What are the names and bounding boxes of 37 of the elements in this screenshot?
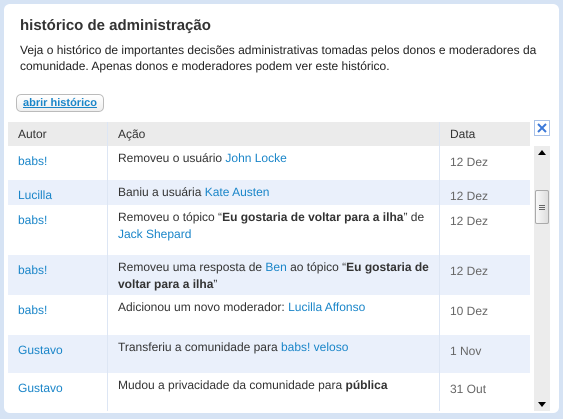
user-link[interactable]: babs! veloso [280, 340, 348, 354]
date-text: 12 Dez [450, 214, 488, 228]
date-text: 12 Dez [450, 155, 488, 169]
date-text: 31 Out [450, 382, 486, 396]
scrollbar[interactable] [534, 146, 550, 411]
user-link[interactable]: Ben [265, 260, 287, 274]
user-link[interactable]: Kate Austen [204, 185, 270, 199]
open-history-button[interactable]: abrir histórico [16, 94, 104, 112]
close-icon[interactable] [534, 120, 550, 136]
scroll-up-icon[interactable] [538, 150, 546, 155]
action-text: Baniu a usuária Kate Austen [118, 184, 270, 201]
action-text: Removeu o usuário John Locke [118, 150, 288, 167]
date-text: 10 Dez [450, 304, 488, 318]
scroll-down-icon[interactable] [538, 402, 546, 407]
date-text: 12 Dez [450, 264, 488, 278]
user-link[interactable]: Lucilla Affonso [288, 300, 366, 314]
author-link[interactable]: babs! [18, 213, 48, 227]
scroll-thumb[interactable] [535, 190, 549, 224]
grip-icon [539, 204, 545, 210]
column-header: Autor [17, 126, 48, 143]
author-link[interactable]: babs! [18, 263, 48, 277]
author-link[interactable]: Gustavo [18, 343, 63, 357]
action-text: Removeu uma resposta de Ben ao tópico “Eu gostaria de voltar para a ilha” [118, 259, 429, 293]
user-link[interactable]: John Locke [225, 151, 287, 165]
date-text: 1 Nov [450, 344, 482, 358]
panel-title: histórico de administração [20, 16, 212, 36]
author-link[interactable]: babs! [18, 303, 48, 317]
date-text: 12 Dez [450, 189, 488, 203]
user-link[interactable]: Jack Shepard [118, 227, 192, 241]
author-link[interactable]: Gustavo [18, 381, 63, 395]
description-text: Veja o histórico de importantes decisões administrativas tomadas pelos donos e moderadores da comunidade. Apenas donos e moderadores podem ver este histórico. [20, 42, 538, 74]
author-link[interactable]: Lucilla [18, 188, 52, 202]
author-link[interactable]: babs! [18, 154, 48, 168]
action-text: Transferiu a comunidade para babs! veloso [118, 339, 350, 356]
action-text: Adicionou um novo moderador: Lucilla Affonso [118, 299, 366, 316]
action-text: Removeu o tópico “Eu gostaria de voltar para a ilha” de Jack Shepard [118, 209, 426, 243]
action-text: Mudou a privacidade da comunidade para pública [118, 377, 389, 394]
